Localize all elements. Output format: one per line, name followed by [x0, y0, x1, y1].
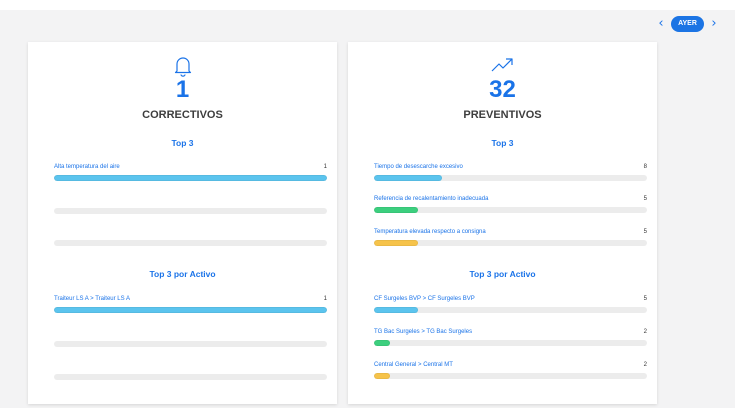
correctivos-top-active-heading: Top 3 por Activo [149, 269, 216, 279]
empty-track [54, 240, 327, 246]
empty-track [54, 208, 327, 214]
row-count: 5 [643, 229, 647, 235]
row-label: Central General > Central MT [374, 362, 453, 368]
progress-track [374, 340, 647, 346]
progress-fill [374, 373, 391, 379]
preventivos-top3-row-2[interactable]: Referencia de recalentamiento inadecuada… [374, 196, 647, 216]
chevron-left-icon[interactable]: ‹ [655, 16, 667, 32]
top-strip [0, 0, 735, 10]
correctivos-card: 1 CORRECTIVOS Top 3 Alta temperatura del… [28, 42, 337, 404]
empty-track [54, 374, 327, 380]
progress-fill [54, 307, 327, 313]
preventivos-title: PREVENTIVOS [463, 109, 542, 121]
correctivos-title: CORRECTIVOS [142, 109, 223, 121]
progress-fill [374, 175, 443, 181]
preventivos-active-row-3[interactable]: Central General > Central MT 2 [374, 362, 647, 382]
progress-track [374, 240, 647, 246]
row-label: TG Bac Surgeles > TG Bac Surgeles [374, 329, 473, 335]
progress-track [54, 175, 327, 181]
progress-fill [374, 340, 391, 346]
row-count: 8 [643, 164, 647, 170]
row-count: 2 [643, 329, 647, 335]
row-count: 5 [643, 196, 647, 202]
row-count: 2 [643, 362, 647, 368]
progress-fill [374, 207, 418, 213]
preventivos-top3-row-3[interactable]: Temperatura elevada respecto a consigna … [374, 229, 647, 249]
progress-fill [374, 240, 418, 246]
row-label: Referencia de recalentamiento inadecuada [374, 196, 489, 202]
progress-track [374, 175, 647, 181]
row-label: Tiempo de desescarche excesivo [374, 164, 463, 170]
progress-track [374, 207, 647, 213]
row-count: 5 [643, 296, 647, 302]
day-button[interactable]: AYER [671, 16, 704, 32]
row-label: Alta temperatura del aire [54, 164, 120, 170]
preventivos-active-row-2[interactable]: TG Bac Surgeles > TG Bac Surgeles 2 [374, 329, 647, 349]
progress-track [54, 307, 327, 313]
preventivos-active-row-1[interactable]: CF Surgeles BVP > CF Surgeles BVP 5 [374, 296, 647, 316]
bell-icon [28, 55, 337, 77]
progress-track [374, 307, 647, 313]
preventivos-top3-heading: Top 3 [491, 138, 514, 148]
chevron-right-icon[interactable]: › [708, 16, 720, 32]
date-navigator: ‹ AYER › [650, 13, 730, 35]
empty-track [54, 341, 327, 347]
progress-fill [54, 175, 327, 181]
correctivos-top3-heading: Top 3 [171, 138, 194, 148]
row-label: Temperatura elevada respecto a consigna [374, 229, 486, 235]
progress-fill [374, 307, 418, 313]
correctivos-top3-row-1[interactable]: Alta temperatura del aire 1 [54, 164, 327, 184]
row-label: CF Surgeles BVP > CF Surgeles BVP [374, 296, 475, 302]
progress-track [374, 373, 647, 379]
row-label: Traiteur LS A > Traiteur LS A [54, 296, 130, 302]
trending-up-icon [348, 55, 657, 77]
preventivos-top3-row-1[interactable]: Tiempo de desescarche excesivo 8 [374, 164, 647, 184]
row-count: 1 [323, 296, 327, 302]
row-count: 1 [323, 164, 327, 170]
correctivos-active-row-1[interactable]: Traiteur LS A > Traiteur LS A 1 [54, 296, 327, 316]
correctivos-count: 1 [175, 76, 190, 103]
preventivos-count: 32 [489, 76, 516, 103]
preventivos-top-active-heading: Top 3 por Activo [469, 269, 536, 279]
preventivos-card: 32 PREVENTIVOS Top 3 Tiempo de desescarc… [348, 42, 657, 404]
